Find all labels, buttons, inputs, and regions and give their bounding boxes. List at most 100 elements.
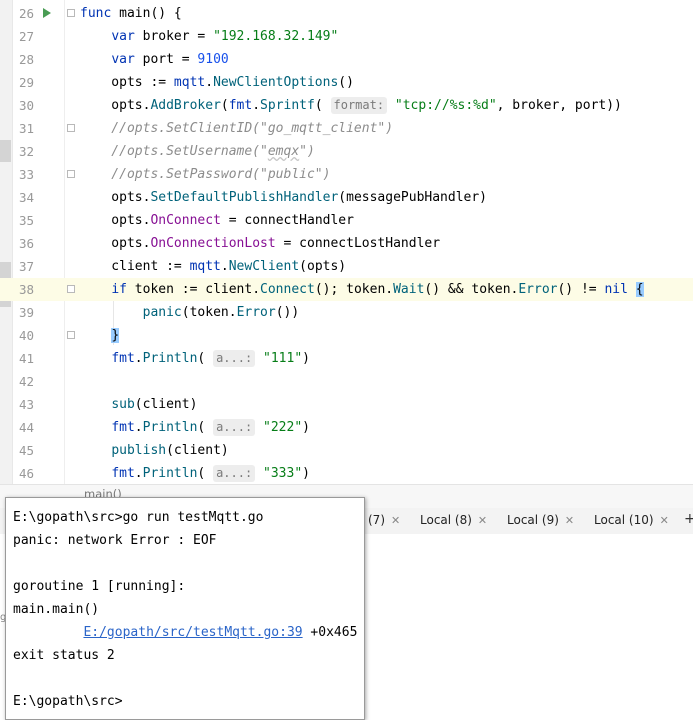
line-number[interactable]: 35: [12, 209, 34, 232]
code-line[interactable]: 32 //opts.SetUsername("emqx"): [0, 140, 693, 163]
code-line[interactable]: 36 opts.OnConnectionLost = connectLostHa…: [0, 232, 693, 255]
line-number[interactable]: 28: [12, 48, 34, 71]
code-token: publish: [111, 443, 167, 458]
code-line[interactable]: 45 publish(client): [0, 439, 693, 462]
code-token: fmt: [111, 466, 135, 481]
code-text: opts.AddBroker(fmt.Sprintf( format: "tcp…: [80, 94, 622, 117]
code-line[interactable]: 44 fmt.Println( a...: "222"): [0, 416, 693, 439]
line-number[interactable]: 36: [12, 232, 34, 255]
code-text: var port = 9100: [80, 48, 229, 71]
terminal-tab[interactable]: Local (9) ✕: [507, 513, 574, 527]
code-token: func: [80, 6, 120, 21]
code-token: client :=: [80, 259, 190, 274]
code-line[interactable]: 34 opts.SetDefaultPublishHandler(message…: [0, 186, 693, 209]
code-token: "tcp://%s:%d": [394, 98, 497, 113]
code-token: port =: [142, 52, 198, 67]
code-line[interactable]: 28 var port = 9100: [0, 48, 693, 71]
close-icon[interactable]: ✕: [565, 514, 574, 527]
fold-marker-icon[interactable]: [67, 331, 75, 339]
code-line[interactable]: 37 client := mqtt.NewClient(opts): [0, 255, 693, 278]
line-number[interactable]: 37: [12, 255, 34, 278]
code-token: panic: [142, 305, 182, 320]
line-number[interactable]: 40: [12, 324, 34, 347]
code-line[interactable]: 27 var broker = "192.168.32.149": [0, 25, 693, 48]
code-token: //opts.SetClientID("go_mqtt_client"): [80, 121, 394, 136]
code-token: opts.: [80, 213, 151, 228]
close-icon[interactable]: ✕: [660, 514, 669, 527]
code-line[interactable]: 39 panic(token.Error()): [0, 301, 693, 324]
line-number[interactable]: 45: [12, 439, 34, 462]
code-line[interactable]: 33 //opts.SetPassword("public"): [0, 163, 693, 186]
console-line: panic: network Error : EOF: [13, 533, 217, 548]
code-line[interactable]: 46 fmt.Println( a...: "333"): [0, 462, 693, 484]
line-number[interactable]: 26: [12, 2, 34, 25]
code-text: //opts.SetClientID("go_mqtt_client"): [80, 117, 393, 140]
matched-brace: }: [111, 328, 120, 343]
code-line[interactable]: 26 func main() {: [0, 2, 693, 25]
fold-marker-icon[interactable]: [67, 285, 75, 293]
close-icon[interactable]: ✕: [478, 514, 487, 527]
code-line[interactable]: 38 if token := client.Connect(); token.W…: [0, 278, 693, 301]
line-number[interactable]: 34: [12, 186, 34, 209]
fold-marker-icon[interactable]: [67, 170, 75, 178]
line-number[interactable]: 46: [12, 462, 34, 484]
code-text: sub(client): [80, 393, 197, 416]
code-token: = connectHandler: [220, 213, 354, 228]
fold-marker-icon[interactable]: [67, 9, 75, 17]
code-token: 9100: [197, 52, 229, 67]
code-token: ): [302, 351, 310, 366]
code-text: //opts.SetUsername("emqx"): [80, 140, 315, 163]
line-number[interactable]: 41: [12, 347, 34, 370]
add-icon[interactable]: +: [684, 511, 693, 527]
code-token: (opts): [299, 259, 347, 274]
code-line[interactable]: 35 opts.OnConnect = connectHandler: [0, 209, 693, 232]
code-editor[interactable]: 26 func main() {27 var broker = "192.168.…: [0, 0, 693, 484]
tab-label: (7): [368, 513, 385, 527]
code-token: .: [220, 259, 229, 274]
line-number[interactable]: 39: [12, 301, 34, 324]
code-token: .: [252, 98, 261, 113]
code-text: //opts.SetPassword("public"): [80, 163, 330, 186]
line-number[interactable]: 43: [12, 393, 34, 416]
terminal-tab[interactable]: Local (8) ✕: [420, 513, 487, 527]
console-window[interactable]: E:\gopath\src>go run testMqtt.go panic: n…: [5, 497, 365, 720]
line-number[interactable]: 27: [12, 25, 34, 48]
code-line[interactable]: 41 fmt.Println( a...: "111"): [0, 347, 693, 370]
close-icon[interactable]: ✕: [391, 514, 400, 527]
terminal-tab[interactable]: (7) ✕: [368, 513, 400, 527]
code-text: client := mqtt.NewClient(opts): [80, 255, 346, 278]
code-line[interactable]: 43 sub(client): [0, 393, 693, 416]
parameter-hint: a...:: [213, 419, 256, 436]
code-token: //opts.SetUsername(": [80, 144, 268, 159]
code-token: var: [111, 29, 143, 44]
console-offset: +0x465: [302, 625, 358, 640]
code-token: "): [299, 144, 315, 159]
code-line[interactable]: 42: [0, 370, 693, 393]
line-number[interactable]: 30: [12, 94, 34, 117]
code-line[interactable]: 40 }: [0, 324, 693, 347]
code-text: fmt.Println( a...: "111"): [80, 347, 310, 370]
code-line[interactable]: 31 //opts.SetClientID("go_mqtt_client"): [0, 117, 693, 140]
code-token: token := client.: [134, 282, 261, 297]
code-token: (token.: [181, 305, 237, 320]
terminal-tab[interactable]: Local (10) ✕: [594, 513, 669, 527]
line-number[interactable]: 31: [12, 117, 34, 140]
line-number[interactable]: 38: [12, 278, 34, 301]
line-number[interactable]: 42: [12, 370, 34, 393]
line-number[interactable]: 44: [12, 416, 34, 439]
code-line[interactable]: 30 opts.AddBroker(fmt.Sprintf( format: "…: [0, 94, 693, 117]
code-token: (); token.: [314, 282, 394, 297]
fold-marker-icon[interactable]: [67, 124, 75, 132]
code-text: var broker = "192.168.32.149": [80, 25, 338, 48]
line-number[interactable]: 32: [12, 140, 34, 163]
run-icon[interactable]: [43, 8, 51, 18]
code-token: (: [314, 98, 331, 113]
stack-trace-link[interactable]: E:/gopath/src/testMqtt.go:39: [83, 625, 302, 640]
code-text: publish(client): [80, 439, 228, 462]
code-line[interactable]: 29 opts := mqtt.NewClientOptions(): [0, 71, 693, 94]
line-number[interactable]: 33: [12, 163, 34, 186]
line-number[interactable]: 29: [12, 71, 34, 94]
